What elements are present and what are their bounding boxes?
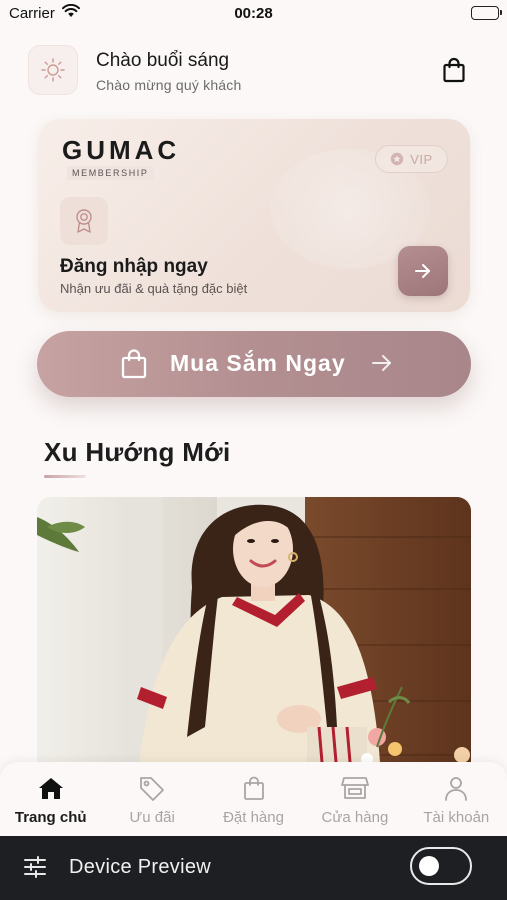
shopping-bag-icon [121, 349, 147, 379]
tab-account[interactable]: Tài khoản [406, 762, 507, 836]
tab-orders[interactable]: Đặt hàng [203, 762, 304, 836]
app-screen: Carrier 00:28 Chào buổi sáng Chào mừng q… [0, 0, 507, 836]
vip-label: VIP [410, 151, 433, 167]
login-arrow-button[interactable] [398, 246, 448, 296]
clock: 00:28 [234, 5, 273, 22]
vip-star-icon [391, 152, 404, 166]
tab-stores[interactable]: Cửa hàng [304, 762, 405, 836]
tab-label: Đặt hàng [223, 809, 284, 826]
device-preview-toggle[interactable] [410, 847, 472, 885]
user-icon [442, 774, 470, 802]
tab-home[interactable]: Trang chủ [0, 762, 101, 836]
battery-icon [471, 6, 502, 20]
arrow-right-icon [415, 264, 430, 278]
award-icon [60, 197, 108, 245]
sliders-icon[interactable] [23, 855, 47, 884]
toggle-knob [419, 856, 439, 876]
store-icon [341, 774, 369, 802]
membership-card[interactable]: GUMAC MEMBERSHIP VIP Đăng nhập ngay Nhận… [38, 119, 470, 312]
status-bar: Carrier 00:28 [0, 0, 507, 28]
tab-label: Cửa hàng [321, 809, 389, 826]
vip-badge: VIP [375, 145, 448, 173]
login-title: Đăng nhập ngay [60, 256, 208, 277]
tab-label: Trang chủ [14, 809, 87, 826]
sun-icon [28, 45, 78, 95]
shop-now-label: Mua Sắm Ngay [170, 350, 346, 376]
shopping-bag-icon [240, 774, 268, 802]
brand-logo: GUMAC [62, 135, 181, 165]
greeting-title: Chào buổi sáng [96, 50, 230, 71]
arrow-right-icon [372, 355, 391, 371]
trending-hero-image[interactable] [37, 497, 471, 797]
shopping-bag-icon [443, 57, 465, 83]
bottom-tab-bar: Trang chủ Ưu đãi Đặt hàng Cửa hàng Tài k… [0, 762, 507, 836]
tag-icon [138, 774, 166, 802]
greeting-subtitle: Chào mừng quý khách [96, 77, 242, 93]
device-preview-bar: Device Preview [0, 836, 507, 900]
section-title: Xu Hướng Mới [44, 437, 231, 467]
tab-offers[interactable]: Ưu đãi [101, 762, 202, 836]
cart-button[interactable] [441, 56, 467, 84]
shop-now-button[interactable]: Mua Sắm Ngay [37, 331, 471, 397]
model-photo [37, 497, 471, 797]
section-underline [44, 475, 86, 478]
header: Chào buổi sáng Chào mừng quý khách [0, 42, 507, 100]
tab-label: Ưu đãi [129, 809, 175, 826]
membership-tag: MEMBERSHIP [67, 166, 154, 180]
login-subtitle: Nhận ưu đãi & quà tặng đặc biệt [60, 281, 248, 296]
home-icon [37, 774, 65, 802]
device-preview-label: Device Preview [69, 856, 212, 878]
tab-label: Tài khoản [423, 809, 490, 826]
